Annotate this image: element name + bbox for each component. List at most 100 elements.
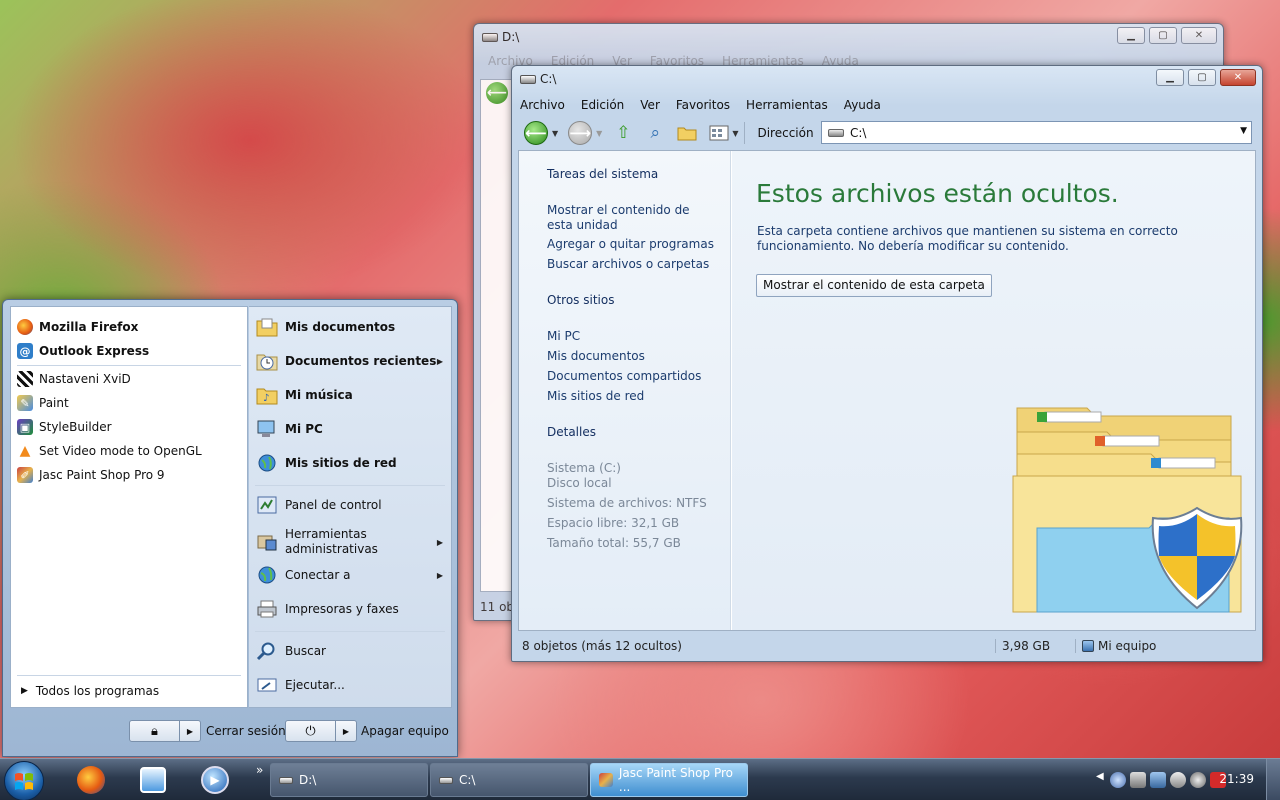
menu-archivo[interactable]: Archivo [520,96,565,114]
other-places-header[interactable]: Otros sitios [547,293,614,308]
logoff-label[interactable]: Cerrar sesión [206,724,286,738]
start-button[interactable] [4,761,44,800]
maximize-button[interactable]: ▢ [1149,27,1177,44]
minimize-button[interactable]: ▁ [1156,69,1184,86]
close-button[interactable]: ✕ [1220,69,1256,86]
toolbar: ⟵ ▼ ⟶ ▼ ⇧ ⌕ ▼ Dirección C:\ ▼ [518,118,1256,148]
network-tray-icon[interactable] [1130,772,1146,788]
menu-favoritos[interactable]: Favoritos [676,96,730,114]
place-my-pc[interactable]: Mi PC [255,417,445,441]
place-recent-documents[interactable]: Documentos recientes ▶ [255,349,445,373]
all-programs-button[interactable]: ▶ Todos los programas [17,681,159,701]
place-my-music[interactable]: ♪ Mi música [255,383,445,407]
lock-icon: 🔒︎ [130,721,180,741]
program-paint-shop-pro[interactable]: ✐ Jasc Paint Shop Pro 9 [17,465,165,485]
forward-button[interactable]: ⟶ [568,121,593,145]
link-my-documents[interactable]: Mis documentos [547,349,645,364]
details-header[interactable]: Detalles [547,425,596,440]
volume-tray-icon[interactable] [1190,772,1206,788]
monitor-tray-icon[interactable] [1150,772,1166,788]
statusbar: 8 objetos (más 12 ocultos) 3,98 GB Mi eq… [518,635,1256,657]
system-tasks-header[interactable]: Tareas del sistema [547,167,658,182]
program-xvid[interactable]: Nastaveni XviD [17,369,131,389]
show-folder-contents-button[interactable]: Mostrar el contenido de esta carpeta [756,274,992,297]
program-outlook-express[interactable]: @ Outlook Express [17,341,149,361]
link-shared-documents[interactable]: Documentos compartidos [547,369,701,384]
program-firefox[interactable]: Mozilla Firefox [17,317,138,337]
paint-icon: ✎ [17,395,33,411]
place-control-panel[interactable]: Panel de control [255,493,445,517]
quicklaunch-overflow-icon[interactable]: » [256,763,263,777]
firefox-icon [17,319,33,335]
taskbar-button-label: Jasc Paint Shop Pro ... [618,766,733,794]
power-options-arrow-icon[interactable]: ▶ [336,721,356,741]
computer-icon [1082,640,1094,652]
quicklaunch-media-player[interactable]: ▶ [200,765,230,795]
address-dropdown-icon[interactable]: ▼ [1240,126,1247,136]
menu-edicion[interactable]: Edición [581,96,624,114]
folders-icon[interactable] [676,122,698,144]
clock[interactable]: 21:39 [1219,772,1254,786]
menubar: Archivo Edición Ver Favoritos Herramient… [520,96,881,114]
minimize-button[interactable]: ▁ [1117,27,1145,44]
taskbar-button-c[interactable]: C:\ [430,763,588,797]
taskbar-button-label: D:\ [299,773,317,787]
satellite-tray-icon[interactable] [1170,772,1186,788]
show-desktop-button[interactable] [1266,759,1280,800]
views-chevron-icon[interactable]: ▼ [732,129,738,138]
shutdown-label[interactable]: Apagar equipo [361,724,449,738]
place-label: Ejecutar... [285,678,345,692]
task-search-files[interactable]: Buscar archivos o carpetas [547,257,709,272]
place-connect-to[interactable]: Conectar a ▶ [255,563,445,587]
place-label: Mi música [285,388,353,402]
lock-options-arrow-icon[interactable]: ▶ [180,721,200,741]
explorer-window-c[interactable]: C:\ ▁ ▢ ✕ Archivo Edición Ver Favoritos … [511,65,1263,662]
admin-tools-icon [255,530,279,554]
place-label: Herramientas administrativas [285,527,378,556]
total-size: Tamaño total: 55,7 GB [547,536,681,550]
place-search[interactable]: Buscar [255,639,445,663]
lock-button[interactable]: 🔒︎ ▶ [129,720,201,742]
taskbar-button-paint-shop-pro[interactable]: Jasc Paint Shop Pro ... [590,763,748,797]
drive-icon [482,33,498,42]
link-my-pc[interactable]: Mi PC [547,329,580,344]
titlebar[interactable]: C:\ ▁ ▢ ✕ [512,66,1262,94]
task-show-drive-contents[interactable]: Mostrar el contenido de esta unidad [547,203,717,233]
menu-ayuda[interactable]: Ayuda [844,96,881,114]
main-pane: Estos archivos están ocultos. Esta carpe… [732,151,1255,630]
program-vlc-opengl[interactable]: ▲ Set Video mode to OpenGL [17,441,202,461]
place-admin-tools[interactable]: Herramientas administrativas ▶ [255,527,445,557]
menu-herramientas[interactable]: Herramientas [746,96,828,114]
place-printers[interactable]: Impresoras y faxes [255,597,445,621]
taskbar-button-d[interactable]: D:\ [270,763,428,797]
maximize-button[interactable]: ▢ [1188,69,1216,86]
close-button[interactable]: ✕ [1181,27,1217,44]
forward-history-chevron-icon[interactable]: ▼ [596,129,602,138]
place-label: Buscar [285,644,326,658]
divider [255,631,445,632]
submenu-arrow-icon: ▶ [436,570,443,580]
task-add-remove-programs[interactable]: Agregar o quitar programas [547,237,714,252]
program-stylebuilder[interactable]: ▣ StyleBuilder [17,417,112,437]
address-bar[interactable]: C:\ ▼ [821,121,1252,144]
place-network[interactable]: Mis sitios de red [255,451,445,475]
divider [255,485,445,486]
place-my-documents[interactable]: Mis documentos [255,315,445,339]
tray-expand-icon[interactable]: ◀ [1096,771,1104,782]
up-folder-icon[interactable]: ⇧ [612,122,634,144]
search-icon[interactable]: ⌕ [644,122,666,144]
views-icon[interactable] [708,122,730,144]
place-run[interactable]: Ejecutar... [255,673,445,697]
back-arrow-icon[interactable]: ⟵ [486,82,508,104]
back-history-chevron-icon[interactable]: ▼ [552,129,558,138]
quicklaunch-firefox[interactable] [76,765,106,795]
power-tray-icon[interactable] [1110,772,1126,788]
back-button[interactable]: ⟵ [524,121,548,145]
program-paint[interactable]: ✎ Paint [17,393,69,413]
power-button[interactable]: ⏻ ▶ [285,720,357,742]
titlebar[interactable]: D:\ ▁ ▢ ✕ [474,24,1223,52]
link-network-places[interactable]: Mis sitios de red [547,389,644,404]
status-text: 11 ob [480,600,515,614]
menu-ver[interactable]: Ver [640,96,660,114]
quicklaunch-app[interactable] [138,765,168,795]
